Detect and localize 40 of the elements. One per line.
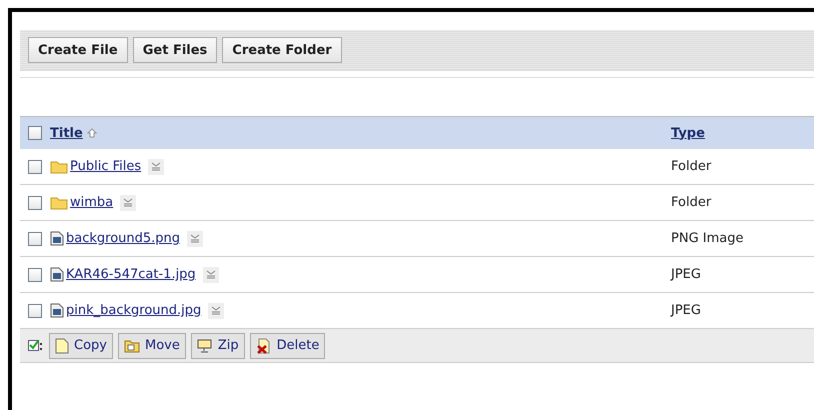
monitor-icon: [196, 338, 213, 353]
select-all-icon[interactable]: [28, 340, 44, 352]
action-button[interactable]: Copy: [49, 332, 113, 358]
checkbox[interactable]: [28, 160, 42, 174]
toolbar-button[interactable]: Create Folder: [222, 37, 342, 63]
checkbox[interactable]: [28, 126, 42, 140]
table-cell-text: PNG Image: [671, 231, 744, 246]
image-file-icon: [50, 267, 64, 282]
table-cell-text: JPEG: [671, 267, 702, 282]
toolbar-button[interactable]: Create File: [28, 37, 128, 63]
table-cell-text: Folder: [671, 159, 712, 174]
checkbox[interactable]: [28, 304, 42, 318]
checkbox[interactable]: [28, 232, 42, 246]
file-link[interactable]: KAR46-547cat-1.jpg: [66, 267, 196, 282]
action-button[interactable]: Move: [118, 332, 186, 358]
menu-icon[interactable]: [120, 194, 136, 210]
table-cell-text: JPEG: [671, 303, 702, 318]
action-button[interactable]: Delete: [250, 332, 326, 358]
menu-icon[interactable]: [187, 230, 204, 246]
file-link[interactable]: pink_background.jpg: [66, 303, 202, 318]
image-file-icon: [50, 303, 64, 318]
table-cell-text: Folder: [671, 195, 712, 210]
file-link[interactable]: wimba: [70, 195, 114, 210]
menu-icon[interactable]: [208, 302, 224, 318]
folder-icon: [50, 160, 68, 174]
file-link[interactable]: Public Files: [70, 159, 142, 174]
page-icon: [55, 338, 69, 354]
menu-icon[interactable]: [202, 266, 219, 282]
column-header[interactable]: Title: [50, 126, 99, 140]
folder-icon: [124, 338, 140, 352]
toolbar-button[interactable]: Get Files: [132, 37, 218, 63]
delete-icon: [256, 338, 272, 354]
menu-icon[interactable]: [148, 158, 164, 174]
folder-icon: [50, 196, 68, 210]
column-header[interactable]: Type: [671, 126, 705, 140]
file-link[interactable]: background5.png: [66, 231, 180, 246]
action-button[interactable]: Zip: [190, 332, 245, 358]
image-file-icon: [50, 231, 64, 246]
checkbox[interactable]: [28, 196, 42, 210]
checkbox[interactable]: [28, 268, 42, 282]
